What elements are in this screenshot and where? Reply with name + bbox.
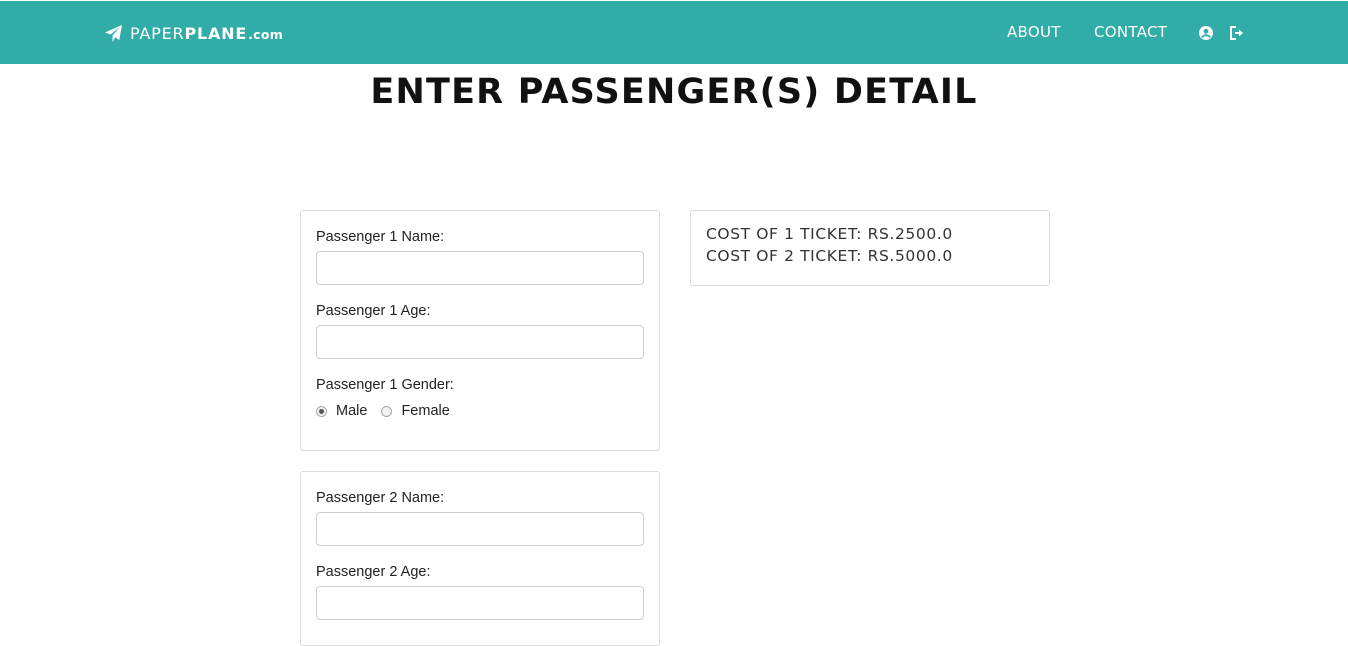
gender-male-radio[interactable] (316, 405, 327, 417)
page-title: ENTER PASSENGER(S) DETAIL (370, 72, 978, 112)
logout-icon[interactable] (1229, 25, 1245, 41)
cost-summary-card: COST OF 1 TICKET: RS.2500.0 COST OF 2 TI… (690, 210, 1050, 286)
cost-line-2: COST OF 2 TICKET: RS.5000.0 (706, 247, 953, 265)
gender-male-label[interactable]: Male (336, 403, 367, 419)
brand-text-paper: PAPER (130, 23, 185, 43)
passenger-2-age-input[interactable] (316, 586, 644, 620)
passenger-2-card: Passenger 2 Name: Passenger 2 Age: (300, 471, 660, 646)
brand-text-plane: PLANE (184, 23, 248, 43)
passenger-2-name-input[interactable] (316, 512, 644, 546)
gender-female-radio[interactable] (381, 405, 393, 417)
top-navbar: PAPER PLANE .com ABOUT CONTACT (0, 1, 1348, 64)
passenger-2-name-label: Passenger 2 Name: (316, 490, 445, 506)
nav-contact-link[interactable]: CONTACT (1094, 23, 1167, 41)
paper-plane-icon (104, 24, 123, 42)
passenger-1-gender-group: Male Female (316, 403, 450, 419)
passenger-2-age-label: Passenger 2 Age: (316, 564, 431, 580)
passenger-1-age-input[interactable] (316, 325, 644, 359)
passenger-1-age-label: Passenger 1 Age: (316, 303, 431, 319)
cost-line-1: COST OF 1 TICKET: RS.2500.0 (706, 225, 953, 243)
passenger-1-gender-label: Passenger 1 Gender: (316, 377, 454, 393)
brand-logo[interactable]: PAPER PLANE .com (104, 22, 283, 44)
user-icon[interactable] (1198, 25, 1214, 41)
passenger-1-card: Passenger 1 Name: Passenger 1 Age: Passe… (300, 210, 660, 451)
passenger-1-name-label: Passenger 1 Name: (316, 229, 445, 245)
brand-text-domain: .com (248, 27, 284, 42)
gender-female-label[interactable]: Female (401, 403, 449, 419)
passenger-1-name-input[interactable] (316, 251, 644, 285)
nav-about-link[interactable]: ABOUT (1007, 23, 1061, 41)
